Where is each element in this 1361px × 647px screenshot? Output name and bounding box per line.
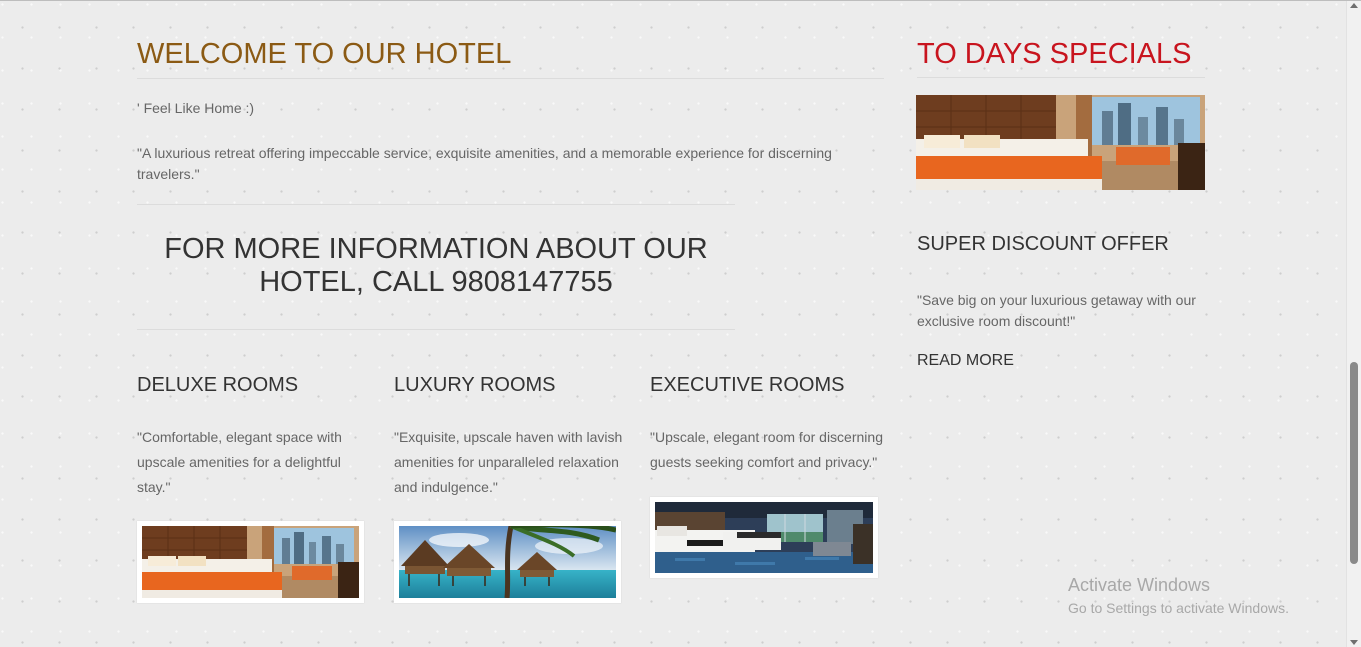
info-divider-top xyxy=(137,204,735,205)
hotel-room-photo-icon xyxy=(916,95,1205,190)
luxury-room-image[interactable] xyxy=(394,521,621,603)
room-title-deluxe: DELUXE ROOMS xyxy=(137,374,299,396)
info-divider-bottom xyxy=(137,329,735,330)
vertical-scrollbar[interactable] xyxy=(1346,1,1361,647)
offer-text: "Save big on your luxurious getaway with… xyxy=(917,292,1196,329)
welcome-divider xyxy=(137,78,884,79)
scrollbar-thumb[interactable] xyxy=(1350,362,1358,564)
specials-divider xyxy=(917,77,1205,78)
welcome-quote: "A luxurious retreat offering impeccable… xyxy=(137,145,832,182)
welcome-heading: WELCOME TO OUR HOTEL xyxy=(137,38,512,70)
windows-activation-title: Activate Windows xyxy=(1068,575,1211,595)
hotel-room-photo-icon xyxy=(142,526,359,598)
room-title-luxury: LUXURY ROOMS xyxy=(394,374,556,396)
executive-room-image[interactable] xyxy=(650,497,878,578)
scroll-up-arrow-icon[interactable] xyxy=(1350,3,1358,8)
specials-image[interactable] xyxy=(916,95,1205,190)
deluxe-room-image[interactable] xyxy=(137,521,364,603)
room-title-executive: EXECUTIVE ROOMS xyxy=(650,374,845,396)
specials-heading: TO DAYS SPECIALS xyxy=(917,38,1192,70)
read-more-link[interactable]: READ MORE xyxy=(917,351,1014,371)
overwater-bungalow-photo-icon xyxy=(399,526,616,598)
room-description-executive: "Upscale, elegant room for discerning gu… xyxy=(650,429,883,470)
welcome-tagline: ' Feel Like Home :) xyxy=(137,100,255,116)
executive-room-photo-icon xyxy=(655,502,873,573)
room-description-deluxe: "Comfortable, elegant space with upscale… xyxy=(137,429,342,495)
windows-activation-subtitle: Go to Settings to activate Windows. xyxy=(1068,600,1289,616)
room-description-luxury: "Exquisite, upscale haven with lavish am… xyxy=(394,429,623,495)
scroll-down-arrow-icon[interactable] xyxy=(1350,640,1358,645)
call-info-heading: FOR MORE INFORMATION ABOUT OUR HOTEL, CA… xyxy=(164,233,708,298)
offer-heading: SUPER DISCOUNT OFFER xyxy=(917,233,1169,255)
